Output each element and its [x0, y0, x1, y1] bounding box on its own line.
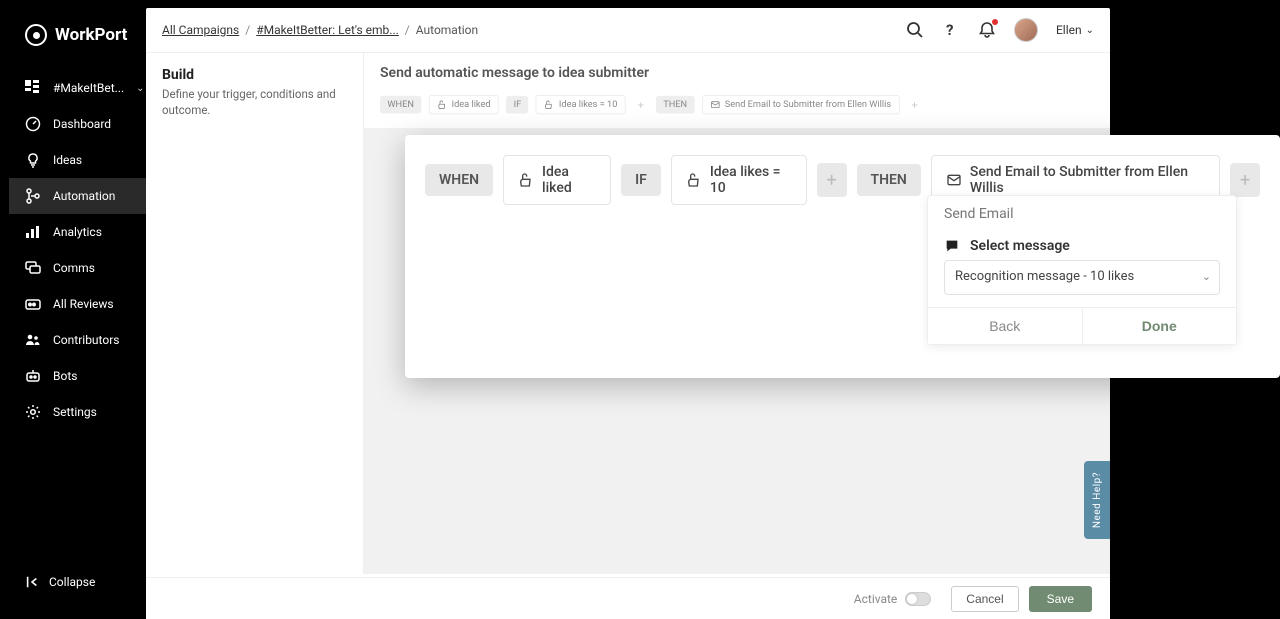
- breadcrumb-separator: /: [245, 23, 250, 37]
- notifications-icon[interactable]: [978, 21, 996, 39]
- thumbs-up-icon: [518, 172, 534, 188]
- activate-toggle[interactable]: [905, 592, 931, 606]
- need-help-label: Need Help?: [1092, 472, 1103, 528]
- if-chip: IF: [621, 164, 661, 196]
- sidebar-item-settings[interactable]: Settings: [9, 394, 146, 430]
- sidebar-collapse[interactable]: Collapse: [9, 565, 111, 599]
- add-action-button[interactable]: +: [907, 96, 922, 113]
- thumbs-up-icon: [686, 172, 702, 188]
- add-condition-button[interactable]: +: [817, 163, 847, 197]
- topbar-actions: ? Ellen ⌄: [906, 18, 1094, 42]
- select-value: Recognition message - 10 likes: [955, 269, 1134, 284]
- activate-control: Activate: [854, 592, 932, 606]
- back-button[interactable]: Back: [928, 308, 1083, 344]
- breadcrumb-item-campaign-name[interactable]: #MakeItBetter: Let's emb...: [256, 23, 399, 37]
- search-icon[interactable]: [906, 21, 924, 39]
- build-panel: Build Define your trigger, conditions an…: [146, 53, 364, 574]
- sidebar: WorkPort #MakeItBet... ⌄ Dashboard Ideas: [9, 0, 146, 619]
- sidebar-item-campaign[interactable]: #MakeItBet... ⌄: [9, 70, 146, 106]
- need-help-tab[interactable]: Need Help?: [1084, 461, 1110, 539]
- collapse-label: Collapse: [49, 575, 95, 589]
- breadcrumb-separator: /: [405, 23, 410, 37]
- message-select[interactable]: Recognition message - 10 likes ⌄: [944, 260, 1220, 295]
- sidebar-item-label: All Reviews: [53, 297, 114, 311]
- if-chip: IF: [506, 96, 528, 113]
- gear-icon: [25, 404, 41, 420]
- sidebar-item-reviews[interactable]: All Reviews: [9, 286, 146, 322]
- activate-label: Activate: [854, 592, 898, 606]
- breadcrumb-item-campaigns[interactable]: All Campaigns: [162, 23, 239, 37]
- people-icon: [25, 332, 41, 348]
- trigger-chip[interactable]: Idea liked: [503, 155, 611, 205]
- sidebar-item-label: #MakeItBet...: [53, 81, 124, 95]
- avatar[interactable]: [1014, 18, 1038, 42]
- add-condition-button[interactable]: +: [633, 96, 648, 113]
- footer-bar: Activate Cancel Save: [146, 577, 1110, 619]
- svg-text:?: ?: [946, 21, 953, 39]
- then-chip: THEN: [656, 96, 695, 113]
- sidebar-item-label: Settings: [53, 405, 97, 419]
- branch-icon: [25, 188, 41, 204]
- grid-icon: [25, 80, 41, 96]
- username: Ellen: [1056, 23, 1082, 37]
- brand-name: WorkPort: [55, 25, 127, 45]
- sidebar-item-automation[interactable]: Automation: [9, 178, 146, 214]
- user-menu[interactable]: Ellen ⌄: [1056, 23, 1094, 37]
- envelope-icon: [946, 172, 962, 188]
- sidebar-item-ideas[interactable]: Ideas: [9, 142, 146, 178]
- action-config-panel: Send Email Select message Recognition me…: [927, 195, 1237, 345]
- sidebar-item-label: Comms: [53, 261, 95, 275]
- card-icon: [25, 296, 41, 312]
- select-message-label: Select message: [944, 238, 1220, 254]
- notification-dot: [992, 19, 998, 25]
- build-title: Build: [162, 67, 347, 83]
- sidebar-item-analytics[interactable]: Analytics: [9, 214, 146, 250]
- sidebar-item-contributors[interactable]: Contributors: [9, 322, 146, 358]
- sidebar-item-label: Analytics: [53, 225, 102, 239]
- add-action-button[interactable]: +: [1230, 163, 1260, 197]
- when-chip: WHEN: [380, 96, 421, 113]
- brand-logo: WorkPort: [9, 0, 146, 70]
- chat-icon: [25, 260, 41, 276]
- build-subtitle: Define your trigger, conditions and outc…: [162, 87, 347, 118]
- help-icon[interactable]: ?: [942, 21, 960, 39]
- sidebar-item-label: Bots: [53, 369, 77, 383]
- condition-chip[interactable]: Idea likes = 10: [671, 155, 807, 205]
- sidebar-item-bots[interactable]: Bots: [9, 358, 146, 394]
- action-chip[interactable]: Send Email to Submitter from Ellen Willi…: [702, 95, 900, 114]
- sidebar-item-label: Contributors: [53, 333, 119, 347]
- sidebar-item-dashboard[interactable]: Dashboard: [9, 106, 146, 142]
- breadcrumb-item-current: Automation: [416, 23, 478, 37]
- rule-row-collapsed: WHEN Idea liked IF Idea likes = 10 + THE…: [380, 95, 1037, 114]
- then-chip: THEN: [857, 164, 921, 196]
- sidebar-item-label: Dashboard: [53, 117, 111, 131]
- rule-editor-card: WHEN Idea liked IF Idea likes = 10 + THE…: [405, 135, 1280, 378]
- sidebar-nav: #MakeItBet... ⌄ Dashboard Ideas Automati…: [9, 70, 146, 430]
- condition-chip[interactable]: Idea likes = 10: [536, 95, 626, 114]
- brand-logo-icon: [25, 24, 47, 46]
- breadcrumb: All Campaigns / #MakeItBetter: Let's emb…: [162, 23, 478, 37]
- sidebar-item-comms[interactable]: Comms: [9, 250, 146, 286]
- sidebar-item-label: Automation: [53, 189, 115, 203]
- save-button[interactable]: Save: [1029, 586, 1092, 612]
- trigger-chip[interactable]: Idea liked: [429, 95, 499, 114]
- bot-icon: [25, 368, 41, 384]
- chevron-down-icon: ⌄: [1086, 25, 1094, 36]
- barchart-icon: [25, 224, 41, 240]
- automation-title: Send automatic message to idea submitter: [380, 65, 1094, 81]
- chevron-down-icon: ⌄: [1202, 270, 1211, 284]
- panel-title: Send Email: [928, 196, 1236, 232]
- topbar: All Campaigns / #MakeItBetter: Let's emb…: [146, 8, 1110, 53]
- cancel-button[interactable]: Cancel: [951, 586, 1018, 612]
- chevron-down-icon: ⌄: [136, 83, 144, 94]
- bulb-icon: [25, 152, 41, 168]
- message-icon: [944, 238, 960, 254]
- done-button[interactable]: Done: [1083, 308, 1237, 344]
- sidebar-item-label: Ideas: [53, 153, 82, 167]
- collapse-icon: [25, 575, 39, 589]
- when-chip: WHEN: [425, 164, 493, 196]
- gauge-icon: [25, 116, 41, 132]
